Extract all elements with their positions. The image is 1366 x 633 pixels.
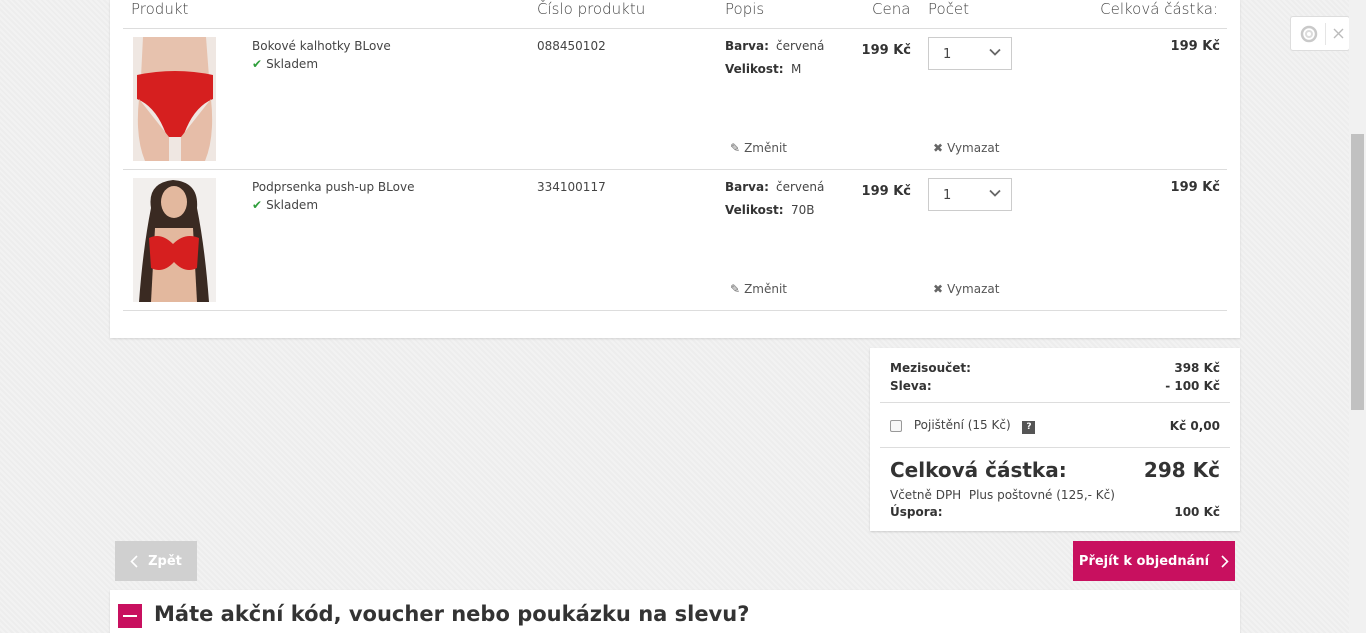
product-image[interactable] (133, 37, 216, 161)
unit-price: 199 Kč (861, 184, 911, 199)
size-attr: Velikost: M (725, 62, 802, 76)
table-row: Podprsenka push-up BLove ✔ Skladem 334100… (110, 170, 1240, 311)
remove-link[interactable]: ✖ Vymazat (933, 282, 999, 296)
pencil-icon: ✎ (730, 141, 741, 155)
chevron-down-icon (989, 189, 1001, 197)
checkmark-icon: ✔ (252, 57, 263, 71)
side-widget (1290, 16, 1350, 51)
header-description: Popis (725, 0, 765, 18)
insurance-label: Pojištění (15 Kč) (913, 418, 1011, 432)
grand-total-row: Celková částka: 298 Kč (890, 458, 1220, 482)
pencil-icon: ✎ (730, 282, 741, 296)
savings-value: 100 Kč (1174, 505, 1220, 519)
line-total: 199 Kč (1170, 39, 1220, 54)
close-icon: ✖ (933, 141, 944, 155)
product-name[interactable]: Podprsenka push-up BLove (252, 180, 414, 194)
subtotal-row: Mezisoučet: 398 Kč (890, 361, 1220, 375)
line-total: 199 Kč (1170, 180, 1220, 195)
product-number: 334100117 (537, 180, 606, 194)
stock-status: ✔ Skladem (252, 198, 319, 212)
tax-shipping-note: Včetně DPH Plus poštovné (125,- Kč) (890, 488, 1115, 502)
cart-table: Produkt Číslo produktu Popis Cena Počet … (110, 0, 1240, 338)
discount-row: Sleva: - 100 Kč (890, 379, 1220, 393)
voucher-title[interactable]: Máte akční kód, voucher nebo poukázku na… (154, 602, 749, 626)
close-icon[interactable] (1333, 28, 1344, 39)
collapse-icon[interactable] (118, 604, 142, 628)
remove-link[interactable]: ✖ Vymazat (933, 141, 999, 155)
discount-value: - 100 Kč (1165, 379, 1220, 393)
close-icon: ✖ (933, 282, 944, 296)
insurance-value: Kč 0,00 (1169, 419, 1220, 433)
quantity-select[interactable]: 1 (928, 178, 1012, 211)
subtotal-value: 398 Kč (1174, 361, 1220, 375)
back-button[interactable]: Zpět (115, 541, 197, 581)
checkout-button[interactable]: Přejít k objednání (1073, 541, 1235, 581)
checkmark-icon: ✔ (252, 198, 263, 212)
header-product-number: Číslo produktu (537, 0, 646, 18)
quantity-select[interactable]: 1 (928, 37, 1012, 70)
header-price: Cena (872, 0, 911, 18)
product-name[interactable]: Bokové kalhotky BLove (252, 39, 391, 53)
voucher-panel: Máte akční kód, voucher nebo poukázku na… (110, 590, 1240, 633)
header-total: Celková částka: (1100, 0, 1218, 18)
chevron-left-icon (130, 554, 138, 568)
insurance-row: Pojištění (15 Kč) ? Kč 0,00 (890, 418, 1220, 434)
insurance-checkbox[interactable] (890, 419, 902, 432)
chevron-down-icon (989, 48, 1001, 56)
edit-link[interactable]: ✎ Změnit (730, 141, 787, 155)
header-product: Produkt (131, 0, 189, 18)
table-row: Bokové kalhotky BLove ✔ Skladem 088450102… (110, 29, 1240, 170)
color-attr: Barva: červená (725, 180, 825, 194)
edit-link[interactable]: ✎ Změnit (730, 282, 787, 296)
product-number: 088450102 (537, 39, 606, 53)
refresh-icon[interactable] (1299, 24, 1319, 44)
order-summary: Mezisoučet: 398 Kč Sleva: - 100 Kč Pojiš… (870, 348, 1240, 531)
product-image[interactable] (133, 178, 216, 302)
grand-total-value: 298 Kč (1143, 458, 1220, 482)
color-attr: Barva: červená (725, 39, 825, 53)
size-attr: Velikost: 70B (725, 203, 815, 217)
help-icon[interactable]: ? (1022, 421, 1036, 434)
header-quantity: Počet (928, 0, 970, 18)
stock-status: ✔ Skladem (252, 57, 319, 71)
unit-price: 199 Kč (861, 43, 911, 58)
scrollbar-thumb[interactable] (1351, 134, 1364, 410)
savings-row: Úspora: 100 Kč (890, 505, 1220, 519)
scrollbar[interactable] (1349, 0, 1366, 633)
chevron-right-icon (1221, 554, 1229, 568)
